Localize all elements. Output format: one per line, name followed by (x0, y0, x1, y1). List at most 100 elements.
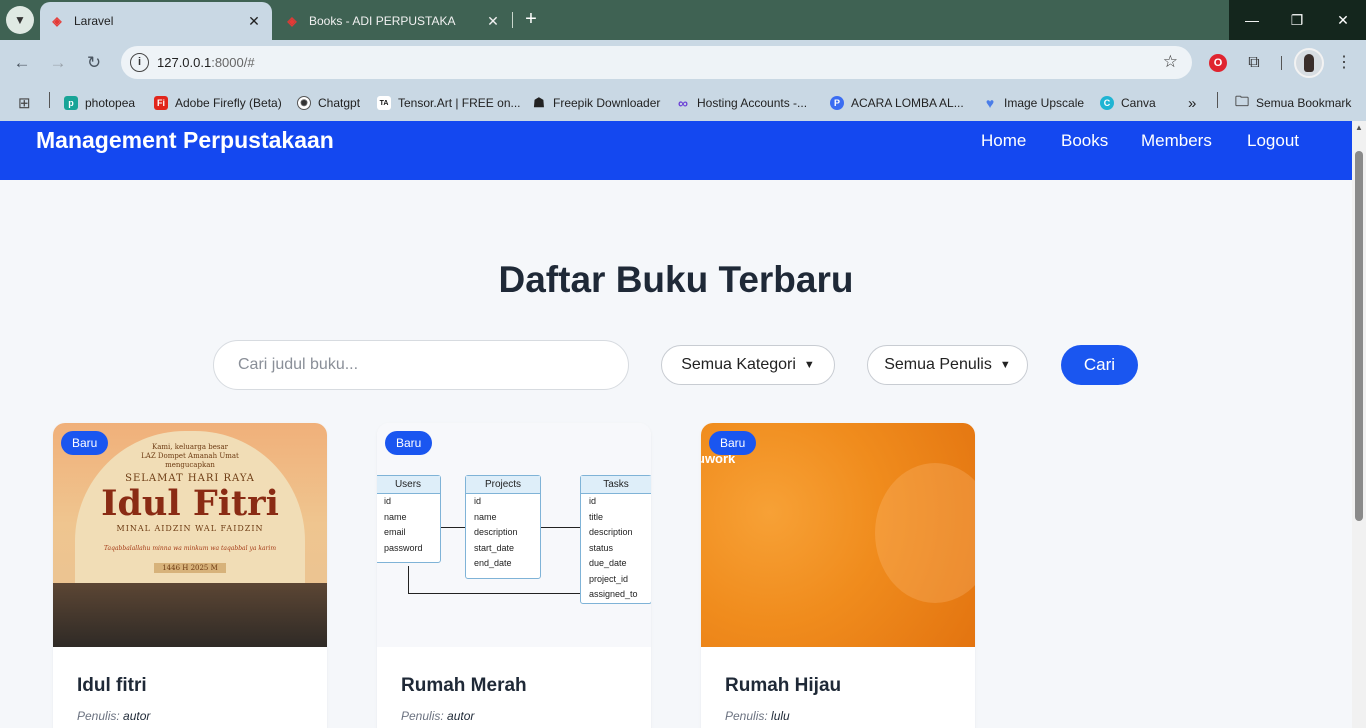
erd-field: due_date (589, 558, 627, 568)
adobe-firefly-icon: Fi (154, 96, 168, 110)
bookmark-label: Hosting Accounts -... (697, 96, 808, 110)
close-icon[interactable]: ✕ (246, 13, 262, 30)
bookmark-image-upscale[interactable]: ♥ Image Upscale (983, 94, 1084, 112)
author-select-value: Semua Penulis (884, 356, 992, 373)
category-select-value: Semua Kategori (681, 356, 796, 373)
tensor-art-icon: TA (377, 96, 391, 110)
category-select[interactable]: Semua Kategori ▼ (661, 345, 835, 385)
cover-date-bar: 1446 H 2025 M (53, 563, 327, 573)
tab-divider (512, 12, 513, 28)
new-badge: Baru (61, 431, 109, 455)
scroll-thumb[interactable] (1355, 151, 1363, 521)
site-info-icon[interactable]: i (130, 53, 149, 72)
book-card[interactable]: Kami, keluarga besar LAZ Dompet Amanah U… (53, 423, 327, 728)
erd-field: end_date (474, 558, 512, 568)
address-bar[interactable]: i 127.0.0.1:8000/# ☆ (121, 46, 1192, 79)
browser-tab-bar: ▼ ◈ Laravel ✕ ◈ Books - ADI PERPUSTAKA ✕… (0, 0, 1366, 40)
opera-extension-icon[interactable]: O (1209, 54, 1227, 72)
bookmark-adobe-firefly[interactable]: Fi Adobe Firefly (Beta) (154, 94, 282, 112)
book-title[interactable]: Rumah Hijau (725, 675, 841, 697)
erd-relation-line (408, 566, 409, 593)
profile-avatar[interactable] (1294, 48, 1324, 78)
nav-books-link[interactable]: Books (1061, 131, 1108, 151)
close-icon[interactable]: ✕ (485, 13, 501, 30)
cover-decor-shape (875, 463, 975, 603)
bookmark-canva[interactable]: C Canva (1100, 94, 1156, 112)
minimize-icon[interactable]: — (1229, 0, 1275, 40)
brand-title[interactable]: Management Perpustakaan (36, 127, 334, 154)
book-author: Penulis: autor (77, 709, 150, 723)
bookmark-label: ACARA LOMBA AL... (851, 96, 964, 110)
page-viewport: Management Perpustakaan Home Books Membe… (0, 121, 1352, 728)
new-tab-icon[interactable]: + (520, 8, 542, 30)
erd-table-projects: Projects id name description start_date … (465, 475, 541, 579)
folder-icon: 🗀 (1235, 93, 1249, 109)
author-prefix: Penulis: (725, 709, 768, 723)
back-arrow-icon[interactable]: ← (9, 50, 35, 76)
photopea-icon: p (64, 96, 78, 110)
erd-table-users: Users id name email password (377, 475, 441, 563)
all-bookmarks-folder[interactable]: 🗀 Semua Bookmark (1235, 93, 1352, 112)
author-prefix: Penulis: (401, 709, 444, 723)
author-prefix: Penulis: (77, 709, 120, 723)
chatgpt-icon: ✺ (297, 96, 311, 110)
bookmark-chatgpt[interactable]: ✺ Chatgpt (297, 94, 360, 112)
bookmark-acara-lomba[interactable]: P ACARA LOMBA AL... (830, 94, 964, 112)
kebab-menu-icon[interactable]: ⋮ (1333, 52, 1355, 74)
chevron-down-icon: ▼ (803, 359, 815, 371)
erd-relation-line (441, 527, 465, 528)
forward-arrow-icon[interactable]: → (45, 50, 71, 76)
erd-padding (377, 556, 440, 562)
apps-grid-icon[interactable]: ⊞ (18, 94, 31, 112)
bookmark-label: Adobe Firefly (Beta) (175, 96, 282, 110)
bookmark-label: Chatgpt (318, 96, 361, 110)
tab-laravel[interactable]: ◈ Laravel ✕ (40, 2, 272, 40)
book-card[interactable]: Users id name email password Projects id… (377, 423, 651, 728)
erd-field: description (589, 527, 633, 537)
search-button[interactable]: Cari (1061, 345, 1138, 385)
erd-field: status (589, 542, 614, 553)
tab-books[interactable]: ◈ Books - ADI PERPUSTAKA ✕ (275, 2, 511, 40)
bookmark-label: Semua Bookmark (1256, 96, 1352, 110)
bookmark-hosting[interactable]: ∞ Hosting Accounts -... (676, 94, 807, 112)
bookmark-label: Freepik Downloader (553, 96, 661, 110)
erd-field: email (384, 527, 406, 537)
page-scrollbar[interactable]: ▲ (1352, 121, 1366, 728)
close-window-icon[interactable]: ✕ (1320, 0, 1366, 40)
cover-text: MINAL AIDZIN WAL FAIDZIN (116, 524, 264, 533)
infinity-icon: ∞ (678, 95, 688, 111)
reload-icon[interactable]: ↻ (81, 50, 107, 76)
cover-group-photo (53, 583, 327, 647)
bookmark-tensor-art[interactable]: TA Tensor.Art | FREE on... (377, 94, 521, 112)
more-bookmarks-chevron-icon[interactable]: » (1188, 94, 1196, 112)
bookmarks-bar: ⊞ p photopea Fi Adobe Firefly (Beta) ✺ Chat… (0, 85, 1366, 121)
search-input[interactable] (213, 340, 629, 390)
tab-search-chevron-icon[interactable]: ▼ (6, 6, 34, 34)
book-title[interactable]: Idul fitri (77, 675, 147, 697)
nav-members-link[interactable]: Members (1141, 131, 1212, 151)
book-cover-image: uwork (701, 423, 975, 647)
site-navbar: Management Perpustakaan Home Books Membe… (0, 121, 1352, 180)
erd-table-title: Projects (466, 476, 540, 494)
bookmark-label: Canva (1121, 96, 1156, 110)
bookmark-star-icon[interactable]: ☆ (1163, 52, 1178, 72)
book-title[interactable]: Rumah Merah (401, 675, 527, 697)
restore-icon[interactable]: ❐ (1274, 0, 1320, 40)
erd-padding (466, 572, 540, 578)
erd-field: project_id (589, 573, 629, 584)
bookmark-label: photopea (85, 96, 136, 110)
url-text: 127.0.0.1:8000/# (157, 55, 255, 70)
scroll-up-arrow-icon[interactable]: ▲ (1355, 123, 1363, 132)
author-name: autor (123, 709, 151, 723)
bookmark-photopea[interactable]: p photopea (64, 94, 135, 112)
author-name: lulu (771, 709, 790, 723)
nav-home-link[interactable]: Home (981, 131, 1026, 151)
nav-logout-link[interactable]: Logout (1247, 131, 1299, 151)
book-card[interactable]: uwork Baru Rumah Hijau Penulis: lulu (701, 423, 975, 728)
erd-table-title: Users (377, 476, 440, 494)
author-select[interactable]: Semua Penulis ▼ (867, 345, 1028, 385)
new-badge: Baru (385, 431, 433, 455)
bookmark-freepik[interactable]: ☗ Freepik Downloader (532, 94, 660, 112)
extensions-puzzle-icon[interactable]: ⧉ (1243, 52, 1265, 74)
freepik-icon: ☗ (533, 95, 545, 110)
